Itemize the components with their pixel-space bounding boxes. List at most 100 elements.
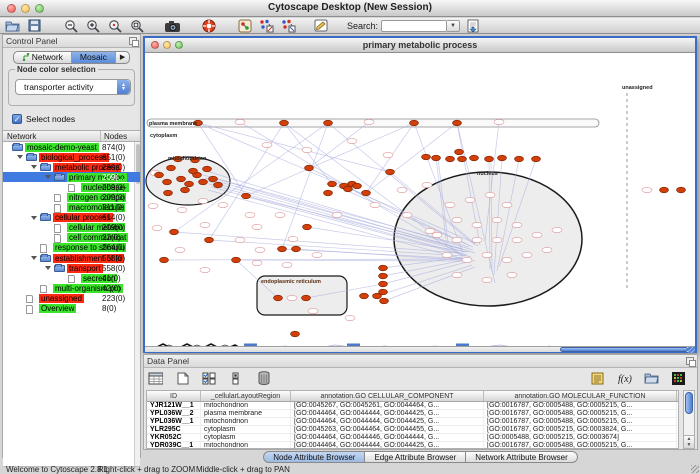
table-cell[interactable]: YJR121W__1	[147, 402, 201, 409]
network-node[interactable]	[360, 293, 369, 299]
network-label-node[interactable]	[255, 247, 265, 252]
table-row[interactable]: YKR052Ccytoplasm[GO:0044464, GO:0044446,…	[147, 434, 678, 442]
table-row[interactable]: YLR295Ccytoplasm[GO:0045263, GO:0044464,…	[147, 426, 678, 434]
network-node[interactable]	[353, 183, 362, 189]
tree-row[interactable]: response to stimulu264(0)	[3, 243, 140, 253]
network-edge[interactable]	[309, 122, 369, 168]
table-scroll-arrows-icon[interactable]: ▲▼	[684, 435, 694, 448]
import-attributes-icon[interactable]	[644, 371, 659, 385]
vizmapper-icon[interactable]	[237, 19, 252, 33]
network-label-node[interactable]	[332, 212, 342, 217]
network-label-node[interactable]	[282, 262, 292, 267]
network-label-node[interactable]	[198, 198, 208, 203]
select-nodes-checkbox[interactable]: ✓	[12, 114, 22, 124]
network-label-node[interactable]	[485, 192, 495, 197]
network-label-node[interactable]	[347, 138, 357, 143]
network-node[interactable]	[380, 298, 389, 304]
network-node[interactable]	[167, 165, 176, 171]
table-cell[interactable]: [GO:0016787, GO:0005488, GO:0005215, G..…	[484, 442, 677, 449]
tree-row[interactable]: establishment of lo558(0)	[3, 253, 140, 263]
network-node[interactable]	[328, 181, 337, 187]
tree-row[interactable]: transport558(0)	[3, 263, 140, 273]
zoom-in-icon[interactable]	[85, 19, 100, 33]
table-cell[interactable]: cytoplasm	[201, 434, 291, 441]
network-node[interactable]	[422, 154, 431, 160]
table-cell[interactable]: cytoplasm	[201, 426, 291, 433]
window-resize-grip[interactable]	[688, 347, 695, 353]
network-label-node[interactable]	[364, 119, 374, 124]
network-node[interactable]	[453, 120, 462, 126]
select-attributes-icon[interactable]	[202, 371, 217, 385]
attribute-table[interactable]: ID_cellularLayoutRegionannotation.GO CEL…	[146, 390, 679, 449]
network-label-node[interactable]	[442, 252, 452, 257]
network-node[interactable]	[302, 295, 311, 301]
tree-row[interactable]: primary metabo209(...	[3, 172, 140, 182]
network-node[interactable]	[379, 281, 388, 287]
network-node[interactable]	[458, 156, 467, 162]
network-label-node[interactable]	[452, 217, 462, 222]
network-node[interactable]	[278, 246, 287, 252]
network-node[interactable]	[170, 229, 179, 235]
network-label-node[interactable]	[288, 236, 298, 241]
network-label-node[interactable]	[452, 237, 462, 242]
network-label-node[interactable]	[532, 232, 542, 237]
network-label-node[interactable]	[512, 222, 522, 227]
network-label-node[interactable]	[262, 142, 272, 147]
tree-row[interactable]: cellular metabo209(0)	[3, 223, 140, 233]
network-label-node[interactable]	[177, 207, 187, 212]
table-cell[interactable]: [GO:0044464, GO:0044446, GO:0044444, G..…	[291, 434, 484, 441]
network-label-node[interactable]	[252, 260, 262, 265]
table-cell[interactable]: YKR052C	[147, 434, 201, 441]
table-cell[interactable]: mitochondrion	[201, 442, 291, 449]
table-cell[interactable]: [GO:0044464, GO:0044444, GO:0044425, G..…	[291, 442, 484, 449]
tree-row[interactable]: metabolic process280(0)	[3, 162, 140, 172]
network-label-node[interactable]	[370, 202, 380, 207]
tab-mosaic[interactable]: Mosaic	[72, 52, 116, 63]
node-color-dropdown[interactable]: transporter activity ▲▼	[15, 79, 131, 95]
table-cell[interactable]: [GO:0016787, GO:0005488, GO:0005215, G..…	[484, 410, 677, 417]
tab-network-attribute-browser[interactable]: Network Attribute Browser	[466, 451, 577, 463]
network-node[interactable]	[292, 246, 301, 252]
network-label-node[interactable]	[422, 182, 432, 187]
network-label-node[interactable]	[472, 222, 482, 227]
network-node[interactable]	[214, 182, 223, 188]
tree-row-label[interactable]: Overview	[39, 304, 76, 313]
table-cell[interactable]: YLR295C	[147, 426, 201, 433]
column-header[interactable]: ID	[147, 391, 201, 401]
network-label-node[interactable]	[552, 227, 562, 232]
table-scrollbar[interactable]: ▲▼	[683, 390, 695, 449]
search-dropdown-icon[interactable]: ▼	[447, 20, 460, 32]
table-cell[interactable]: [GO:0045267, GO:0045261, GO:0044464, G..…	[291, 402, 484, 409]
table-row[interactable]: YDR039C__1mitochondrion[GO:0044464, GO:0…	[147, 442, 678, 449]
table-cell[interactable]: mitochondrion	[201, 402, 291, 409]
expand-triangle-icon[interactable]	[45, 266, 51, 270]
network-node[interactable]	[189, 168, 198, 174]
network-label-node[interactable]	[492, 237, 502, 242]
expand-triangle-icon[interactable]	[31, 165, 37, 169]
tree-row-label[interactable]: unassigned	[39, 294, 84, 303]
network-node[interactable]	[203, 166, 212, 172]
network-label-node[interactable]	[218, 202, 228, 207]
tree-row[interactable]: secretion41(0)	[3, 273, 140, 283]
expand-triangle-icon[interactable]	[31, 216, 37, 220]
network-node[interactable]	[532, 156, 541, 162]
search-input[interactable]	[381, 20, 447, 32]
network-label-node[interactable]	[345, 315, 355, 320]
snapshot-icon[interactable]	[165, 19, 180, 33]
zoom-selected-icon[interactable]	[107, 19, 122, 33]
delete-attribute-icon[interactable]	[256, 371, 271, 385]
network-graph[interactable]: plasma membranecytoplasmmitochondrionnuc…	[145, 53, 695, 338]
network-node[interactable]	[470, 155, 479, 161]
network-node[interactable]	[177, 176, 186, 182]
network-label-node[interactable]	[502, 257, 512, 262]
network-label-node[interactable]	[445, 202, 455, 207]
tab-overflow-icon[interactable]: ▶	[116, 52, 129, 63]
tree-row[interactable]: biological_process651(0)	[3, 152, 140, 162]
float-data-panel-icon[interactable]	[686, 357, 694, 365]
network-label-node[interactable]	[235, 119, 245, 124]
network-node[interactable]	[305, 165, 314, 171]
network-label-node[interactable]	[432, 232, 442, 237]
table-cell[interactable]: [GO:0044464, GO:0044444, GO:0044425, G..…	[291, 410, 484, 417]
network-label-node[interactable]	[507, 272, 517, 277]
network-node[interactable]	[209, 176, 218, 182]
